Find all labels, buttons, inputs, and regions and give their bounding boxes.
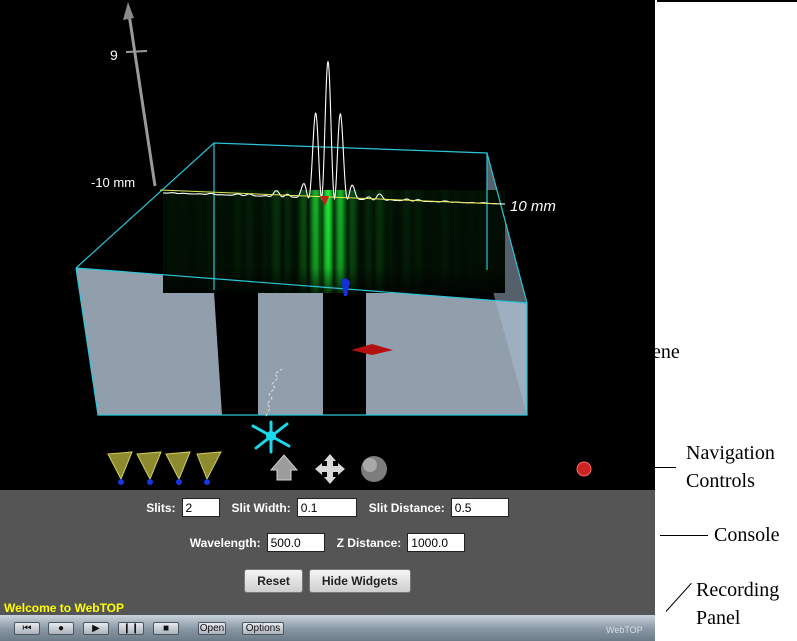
scene-canvas[interactable]: 9 -10 mm 10 mm	[0, 0, 655, 490]
camera-view-icon[interactable]	[107, 451, 222, 485]
record-icon: ●	[57, 623, 65, 634]
open-button[interactable]: Open	[198, 622, 226, 635]
slit-distance-label: Slit Distance:	[368, 500, 445, 515]
reset-button[interactable]: Reset	[244, 569, 303, 593]
record-button[interactable]: ●	[48, 622, 74, 635]
hide-widgets-button[interactable]: Hide Widgets	[308, 569, 411, 593]
vertical-axis	[123, 2, 157, 187]
rewind-icon: ⏮	[22, 623, 32, 634]
z-distance-input[interactable]	[407, 533, 466, 552]
navigation-pointer-line	[614, 467, 676, 468]
stop-icon: ■	[162, 623, 170, 634]
navigation-annotation-line2: Controls	[686, 470, 755, 492]
scene-viewport[interactable]: 9 -10 mm 10 mm	[0, 0, 655, 490]
slit-width-input[interactable]	[296, 498, 357, 517]
scene-annotation: Scene	[632, 341, 680, 363]
corner-rule	[657, 0, 797, 2]
stop-button[interactable]: ■	[153, 622, 179, 635]
console-pointer-line	[660, 535, 708, 536]
recording-pointer-line	[665, 582, 692, 612]
pause-button[interactable]: ❙❙	[118, 622, 144, 635]
left-extent-label: -10 mm	[91, 175, 135, 190]
recording-annotation-line2: Panel	[696, 607, 741, 629]
options-button[interactable]: Options	[242, 622, 284, 635]
pause-icon: ❙❙	[122, 623, 140, 634]
scene-pointer-line	[538, 352, 618, 353]
z-distance-label: Z Distance:	[336, 535, 402, 550]
slits-input[interactable]	[181, 498, 220, 517]
play-button[interactable]: ▶	[83, 622, 109, 635]
slit-parameters-row: Slits: Slit Width: Slit Distance:	[0, 498, 655, 517]
recording-panel: ⏮ ● ▶ ❙❙ ■ Open Options WebTOP	[0, 615, 655, 641]
play-icon: ▶	[92, 623, 100, 634]
navigation-annotation-line1: Navigation	[686, 442, 775, 464]
sphere-icon[interactable]	[361, 456, 387, 482]
welcome-message: Welcome to WebTOP	[4, 601, 125, 615]
wavelength-label: Wavelength:	[189, 535, 261, 550]
slits-label: Slits:	[146, 500, 176, 515]
webtop-logo: WebTOP	[606, 625, 643, 635]
wave-parameters-row: Wavelength: Z Distance:	[0, 533, 655, 552]
wavelength-input[interactable]	[266, 533, 325, 552]
move-cross-icon[interactable]	[315, 454, 345, 484]
recording-annotation-line1: Recording	[696, 579, 780, 601]
record-dot-icon[interactable]	[576, 461, 592, 477]
slit-gap-right	[323, 292, 366, 415]
slit-width-label: Slit Width:	[231, 500, 291, 515]
rewind-button[interactable]: ⏮	[14, 622, 40, 635]
source-widget[interactable]	[251, 420, 291, 454]
console-annotation: Console	[714, 524, 780, 546]
slit-distance-input[interactable]	[450, 498, 509, 517]
console-panel: Slits: Slit Width: Slit Distance: Wavele…	[0, 490, 655, 615]
axis-max-label: 9	[110, 47, 118, 63]
right-extent-label: 10 mm	[510, 198, 556, 215]
console-buttons-row: Reset Hide Widgets	[0, 569, 655, 593]
pan-arrow-icon[interactable]	[269, 454, 299, 481]
